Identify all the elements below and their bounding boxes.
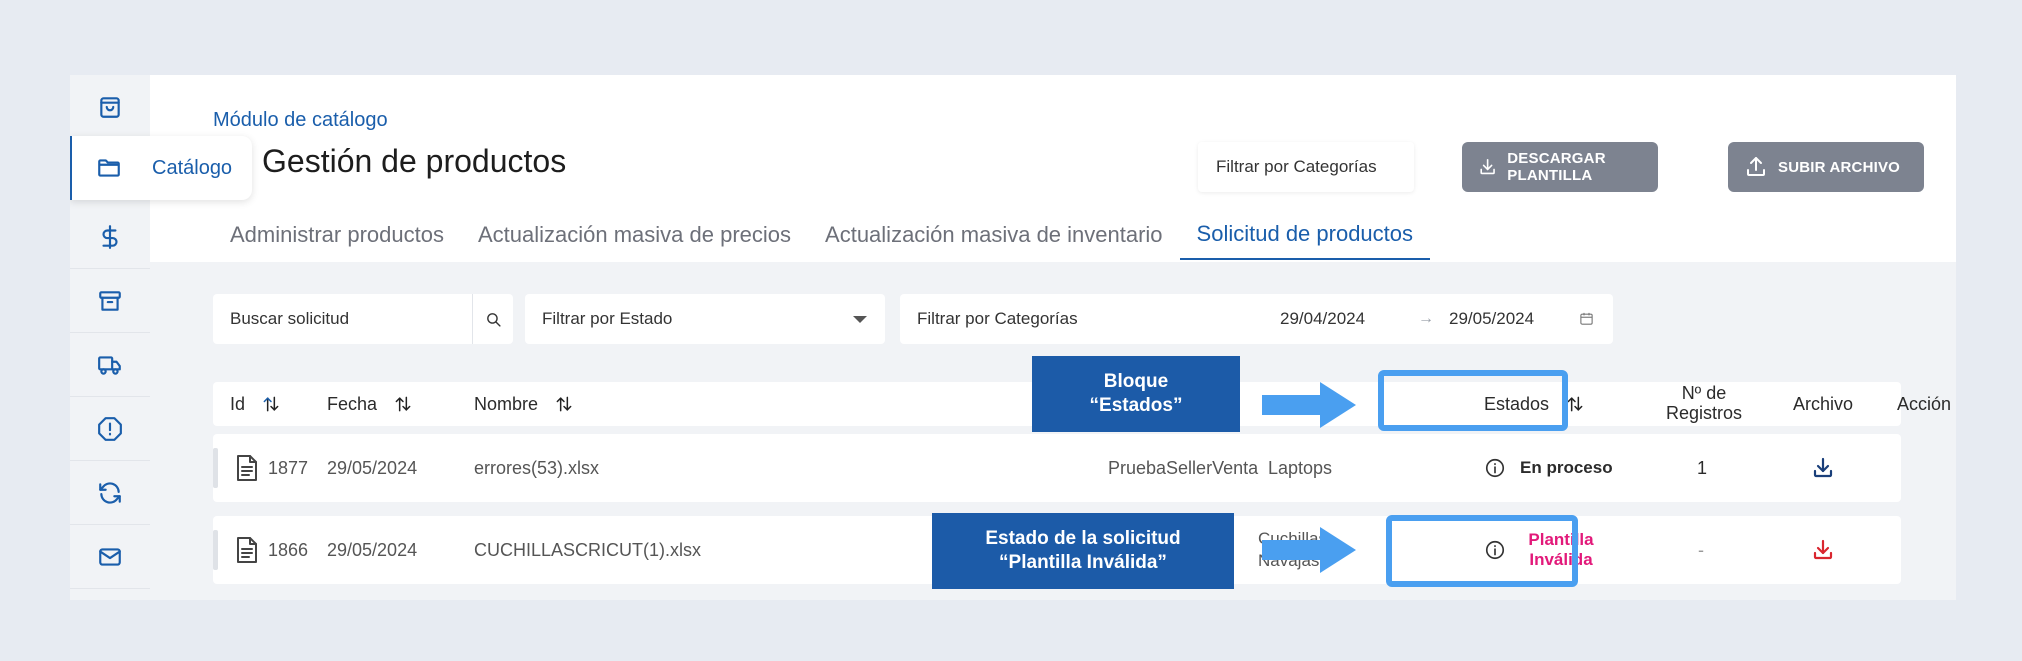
row-handle xyxy=(213,448,218,488)
truck-icon xyxy=(98,355,121,375)
sidebar-item-sync[interactable] xyxy=(70,461,150,525)
column-header-date[interactable]: Fecha xyxy=(327,382,413,426)
cell-seller: PruebaSellerVenta xyxy=(1108,457,1259,478)
refresh-icon xyxy=(99,481,121,504)
column-label: Fecha xyxy=(327,393,378,414)
cell-date: 29/05/2024 xyxy=(327,539,418,560)
cell-date: 29/05/2024 xyxy=(327,457,418,478)
column-header-id[interactable]: Id xyxy=(230,382,281,426)
arrow-right-icon: → xyxy=(1418,310,1434,327)
cell-status: En proceso xyxy=(1484,434,1613,502)
tab-bulk-inventory[interactable]: Actualización masiva de inventario xyxy=(808,210,1180,260)
download-template-button[interactable]: DESCARGAR PLANTILLA xyxy=(1462,142,1658,192)
annotation-arrow-icon xyxy=(1262,382,1356,428)
archive-icon xyxy=(99,290,121,311)
download-file-icon[interactable] xyxy=(1811,516,1835,584)
breadcrumb[interactable]: Módulo de catálogo xyxy=(213,109,388,132)
info-icon[interactable] xyxy=(1484,457,1506,479)
date-from[interactable]: 29/04/2024 xyxy=(1280,309,1365,329)
sort-icon[interactable] xyxy=(393,394,413,414)
sidebar-item-alerts[interactable] xyxy=(70,397,150,461)
column-header-action: Acción xyxy=(1897,393,1952,414)
sort-icon[interactable] xyxy=(554,394,574,414)
column-header-name[interactable]: Nombre xyxy=(474,382,574,426)
alert-icon xyxy=(98,416,122,441)
status-label: En proceso xyxy=(1520,458,1613,477)
header-category-filter[interactable]: Filtrar por Categorías xyxy=(1198,142,1414,192)
download-template-label: DESCARGAR PLANTILLA xyxy=(1507,150,1606,184)
calendar-icon[interactable] xyxy=(1579,311,1594,326)
status-filter-select[interactable]: Filtrar por Estado xyxy=(525,294,885,344)
cell-records: 1 xyxy=(1697,457,1708,478)
column-label: Id xyxy=(230,393,246,414)
divider xyxy=(472,294,473,344)
app-window: Catálogo Módulo de catálogo Gestión de p… xyxy=(70,75,1956,600)
sidebar-item-label: Catálogo xyxy=(152,156,233,179)
column-header-records: Nº de Registros xyxy=(1665,383,1743,423)
sort-icon[interactable] xyxy=(1565,394,1585,414)
date-range-picker[interactable]: 29/04/2024 → 29/05/2024 xyxy=(1263,294,1613,344)
cell-category: Laptops xyxy=(1268,457,1333,478)
annotation-arrow-icon xyxy=(1262,527,1356,573)
sidebar-item-prices[interactable] xyxy=(70,205,150,269)
caret-down-icon xyxy=(853,316,867,323)
upload-icon xyxy=(1747,157,1765,176)
sidebar-item-orders[interactable] xyxy=(70,75,150,139)
date-to[interactable]: 29/05/2024 xyxy=(1449,309,1534,329)
annotation-text: Estado de la solicitud “Plantilla Inváli… xyxy=(985,528,1181,573)
cell-id: 1866 xyxy=(268,539,309,560)
category-filter-input[interactable]: Filtrar por Categorías xyxy=(900,294,1270,344)
upload-file-button[interactable]: SUBIR ARCHIVO xyxy=(1728,142,1924,192)
tab-bulk-prices[interactable]: Actualización masiva de precios xyxy=(461,210,808,260)
annotation-invalid-status: Estado de la solicitud “Plantilla Inváli… xyxy=(932,513,1234,589)
sidebar-item-shipping[interactable] xyxy=(70,333,150,397)
download-file-icon[interactable] xyxy=(1811,434,1835,502)
column-header-file: Archivo xyxy=(1793,393,1854,414)
dollar-icon xyxy=(102,224,118,249)
mail-icon xyxy=(99,547,121,566)
upload-file-label: SUBIR ARCHIVO xyxy=(1778,158,1901,176)
annotation-estados-block: Bloque “Estados” xyxy=(1032,356,1240,432)
document-icon xyxy=(235,454,259,482)
tab-manage-products[interactable]: Administrar productos xyxy=(213,210,461,260)
tab-bar: Administrar productos Actualización masi… xyxy=(213,210,1431,260)
cell-name: CUCHILLASCRICUT(1).xlsx xyxy=(474,539,702,560)
sort-icon[interactable] xyxy=(261,394,281,414)
folder-icon xyxy=(98,159,120,177)
search-input[interactable]: Buscar solicitud xyxy=(213,294,513,344)
sidebar-item-catalog[interactable]: Catálogo xyxy=(70,136,252,200)
tab-product-requests[interactable]: Solicitud de productos xyxy=(1179,210,1431,260)
cell-records: - xyxy=(1698,539,1704,560)
search-placeholder: Buscar solicitud xyxy=(230,309,350,328)
shopping-bag-icon xyxy=(100,96,120,118)
cell-name: errores(53).xlsx xyxy=(474,457,600,478)
annotation-text: Bloque “Estados” xyxy=(1089,371,1183,416)
status-filter-placeholder: Filtrar por Estado xyxy=(542,309,673,328)
search-icon[interactable] xyxy=(485,311,502,328)
document-icon xyxy=(235,536,259,564)
page-title: Gestión de productos xyxy=(262,143,567,179)
row-handle xyxy=(213,530,218,570)
sidebar-item-inventory[interactable] xyxy=(70,269,150,333)
annotation-highlight-box xyxy=(1378,370,1568,431)
sidebar-item-messages[interactable] xyxy=(70,525,150,589)
cell-id: 1877 xyxy=(268,457,309,478)
download-icon xyxy=(1480,158,1495,175)
annotation-highlight-box xyxy=(1386,515,1578,587)
column-label: Nombre xyxy=(474,393,539,414)
table-row[interactable]: 1877 29/05/2024 errores(53).xlsx PruebaS… xyxy=(213,434,1901,502)
